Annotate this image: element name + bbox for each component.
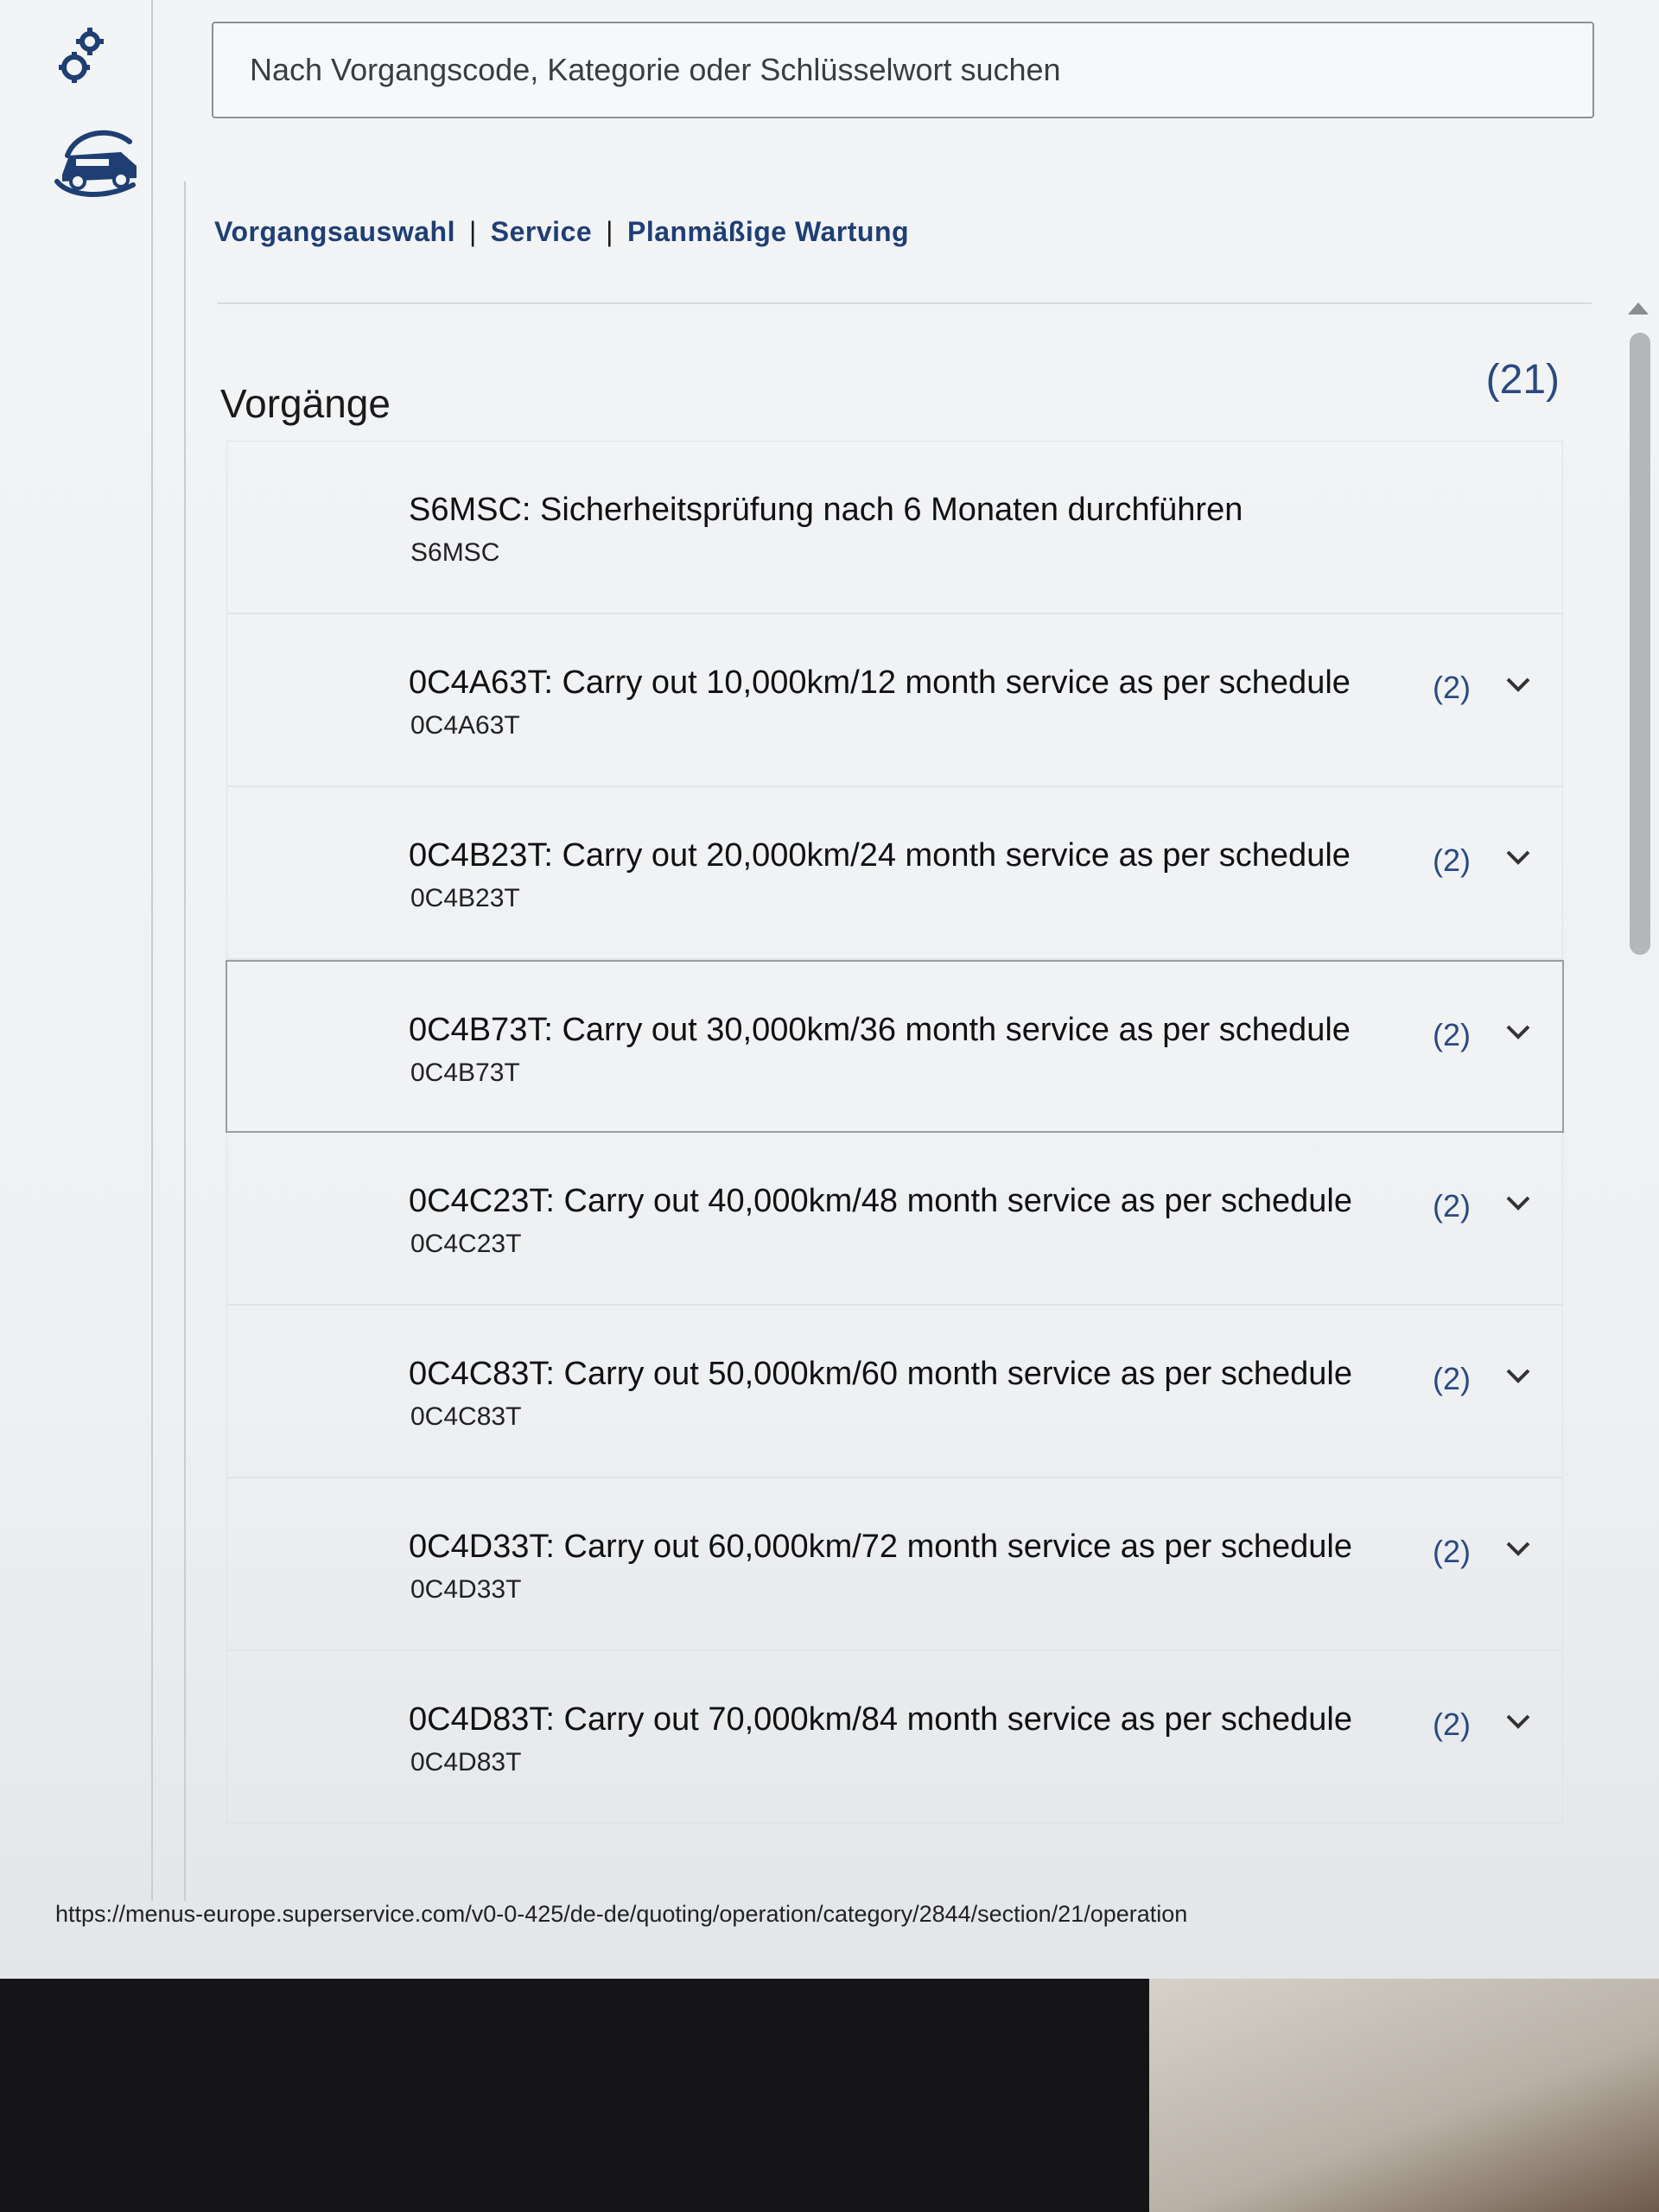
operation-title: 0C4B73T: Carry out 30,000km/36 month ser… (409, 1012, 1351, 1048)
breadcrumb-vorgangsauswahl[interactable]: Vorgangsauswahl (214, 216, 455, 247)
breadcrumb-planmaessige-wartung[interactable]: Planmäßige Wartung (627, 216, 909, 247)
operation-row[interactable]: 0C4A63T: Carry out 10,000km/12 month ser… (227, 614, 1562, 787)
operation-title: 0C4C23T: Carry out 40,000km/48 month ser… (409, 1183, 1352, 1219)
section-title: Vorgänge (220, 381, 391, 426)
operation-title: 0C4D33T: Carry out 60,000km/72 month ser… (409, 1529, 1352, 1565)
left-rail (0, 0, 153, 1901)
background-floor (1149, 1957, 1659, 2212)
chevron-down-icon[interactable] (1504, 1022, 1532, 1041)
operation-title: 0C4C83T: Carry out 50,000km/60 month ser… (409, 1356, 1352, 1392)
chevron-down-icon[interactable] (1504, 848, 1532, 867)
gears-icon[interactable] (59, 26, 111, 86)
operation-title: 0C4D83T: Carry out 70,000km/84 month ser… (409, 1701, 1352, 1738)
chevron-down-icon[interactable] (1504, 1539, 1532, 1558)
content-border (184, 181, 186, 1901)
operation-count: (2) (1433, 1017, 1471, 1052)
operation-row[interactable]: 0C4C23T: Carry out 40,000km/48 month ser… (227, 1133, 1562, 1306)
operation-count: (2) (1433, 670, 1471, 705)
search-input[interactable] (248, 51, 1558, 89)
operation-count: (2) (1433, 1534, 1471, 1569)
screen: Vorgangsauswahl | Service | Planmäßige Wartu… (0, 0, 1659, 1979)
operation-code: 0C4B23T (410, 884, 520, 912)
operation-row[interactable]: 0C4D83T: Carry out 70,000km/84 month ser… (227, 1651, 1562, 1824)
scroll-up-arrow[interactable] (1628, 302, 1649, 315)
car-service-icon[interactable] (50, 121, 145, 203)
breadcrumb-separator: | (606, 216, 613, 247)
breadcrumb: Vorgangsauswahl | Service | Planmäßige Wartu… (214, 216, 909, 248)
operation-count: (2) (1433, 1361, 1471, 1396)
operation-row[interactable]: 0C4B23T: Carry out 20,000km/24 month ser… (227, 787, 1562, 960)
operation-code: 0C4D83T (410, 1748, 522, 1777)
chevron-down-icon[interactable] (1504, 1712, 1532, 1731)
divider (218, 302, 1592, 304)
operation-row-selected[interactable]: 0C4B73T: Carry out 30,000km/36 month ser… (226, 960, 1564, 1133)
operation-count: (2) (1433, 842, 1471, 878)
status-url: https://menus-europe.superservice.com/v0… (55, 1901, 1188, 1927)
chevron-down-icon[interactable] (1504, 1366, 1532, 1385)
breadcrumb-separator: | (468, 216, 477, 247)
operation-list: S6MSC: Sicherheitsprüfung nach 6 Monaten… (226, 441, 1564, 1824)
operation-code: S6MSC (410, 538, 500, 567)
operation-code: 0C4C23T (410, 1230, 522, 1258)
breadcrumb-service[interactable]: Service (491, 216, 592, 247)
operation-row[interactable]: 0C4D33T: Carry out 60,000km/72 month ser… (227, 1478, 1562, 1651)
scrollbar-thumb[interactable] (1630, 333, 1650, 955)
operation-row[interactable]: S6MSC: Sicherheitsprüfung nach 6 Monaten… (227, 442, 1562, 614)
background-shadow (0, 1961, 1158, 2212)
operation-count: (2) (1433, 1707, 1471, 1742)
operation-title: S6MSC: Sicherheitsprüfung nach 6 Monaten… (409, 492, 1243, 528)
operation-count: (2) (1433, 1188, 1471, 1224)
search-field[interactable] (212, 22, 1594, 118)
chevron-down-icon[interactable] (1504, 675, 1532, 694)
operation-code: 0C4A63T (410, 711, 520, 740)
operation-row[interactable]: 0C4C83T: Carry out 50,000km/60 month ser… (227, 1306, 1562, 1478)
operation-title: 0C4B23T: Carry out 20,000km/24 month ser… (409, 837, 1351, 874)
section-count: (21) (1485, 357, 1560, 403)
chevron-down-icon[interactable] (1504, 1193, 1532, 1212)
operation-code: 0C4D33T (410, 1575, 522, 1604)
operation-title: 0C4A63T: Carry out 10,000km/12 month ser… (409, 664, 1351, 701)
operation-code: 0C4C83T (410, 1402, 522, 1431)
operation-code: 0C4B73T (410, 1058, 520, 1087)
